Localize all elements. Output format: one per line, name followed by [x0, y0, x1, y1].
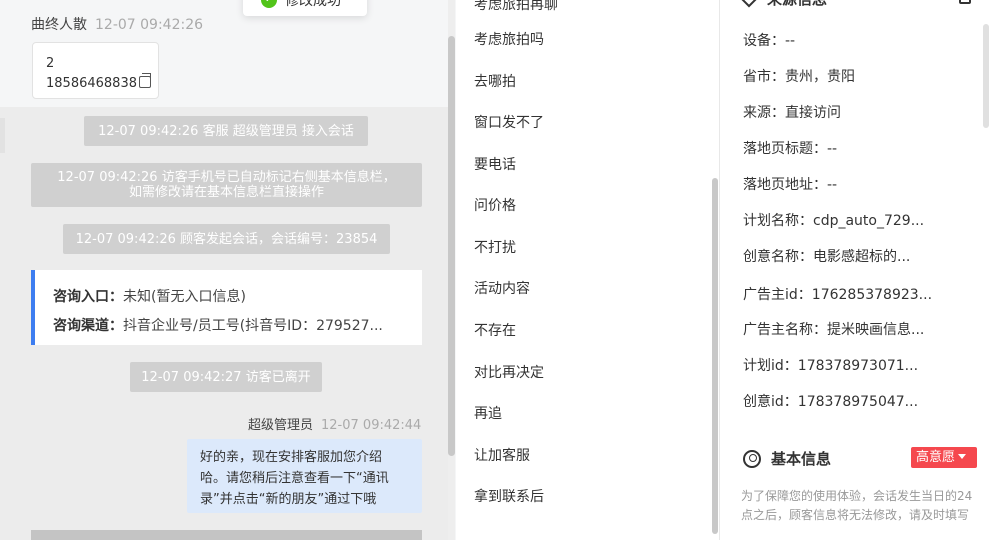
card-line-1: 2: [46, 56, 55, 71]
agent-name: 超级管理员: [248, 418, 314, 433]
quick-reply-item[interactable]: 拿到联系后: [474, 486, 544, 506]
visitor-time: 12-07 09:42:26: [95, 17, 204, 33]
info-row-advertiser-id: 广告主id：176285378923...: [743, 287, 933, 303]
edit-icon[interactable]: [959, 0, 971, 4]
intent-level-dropdown[interactable]: 高意愿: [911, 447, 977, 468]
success-toast: ✓ 修改成功: [243, 0, 367, 16]
basic-section-title: 基本信息: [771, 450, 832, 468]
source-section-title: 来源信息: [767, 0, 827, 9]
quick-reply-item[interactable]: 不存在: [474, 320, 516, 340]
chat-scrollbar[interactable]: [448, 36, 455, 456]
system-message: 12-07 09:42:26 访客手机号已自动标记右侧基本信息栏， 如需修改请在…: [31, 163, 422, 207]
info-row-advertiser-name: 广告主名称：提米映画信息...: [743, 322, 925, 338]
visitor-header: 曲终人散 12-07 09:42:26: [31, 14, 203, 34]
quick-reply-item[interactable]: 要电话: [474, 154, 516, 174]
chat-panel: ✓ 修改成功 曲终人散12-07 09:42:26 2 18586468838 …: [0, 0, 456, 540]
system-message-line: 12-07 09:42:26 访客手机号已自动标记右侧基本信息栏，: [57, 170, 396, 185]
agent-message-line: 好的亲，现在安排客服加您介绍: [200, 450, 383, 465]
quick-reply-item[interactable]: 问价格: [474, 195, 516, 215]
info-row-plan-name: 计划名称：cdp_auto_729...: [743, 213, 925, 229]
info-row-landing-url: 落地页地址：--: [743, 177, 838, 193]
system-message: 12-07 09:42:26 客服 超级管理员 接入会话: [84, 116, 368, 146]
quick-reply-item[interactable]: 去哪拍: [474, 71, 516, 91]
quick-reply-item[interactable]: 让加客服: [474, 445, 530, 465]
agent-message-line: 哈。请您稍后注意查看一下“通讯: [200, 471, 389, 486]
quick-reply-item[interactable]: 对比再决定: [474, 362, 544, 382]
system-message-line: 如需修改请在基本信息栏直接操作: [128, 185, 324, 200]
user-icon: [743, 449, 761, 468]
info-row-device: 设备：--: [743, 33, 796, 49]
collapse-handle[interactable]: [0, 118, 5, 153]
quick-reply-scrollbar[interactable]: [712, 178, 718, 534]
basic-section-header: 基本信息: [743, 448, 831, 469]
source-section-header: 来源信息: [740, 0, 827, 9]
customer-info-panel: 来源信息 设备：-- 省市：贵州，贵阳 来源：直接访问 落地页标题：-- 落地页…: [721, 0, 989, 540]
system-message: 12-07 09:42:27 访客已离开: [130, 362, 322, 392]
quick-reply-list: 考虑旅拍再聊 考虑旅拍吗 去哪拍 窗口发不了 要电话 问价格 不打扰 活动内容 …: [456, 0, 720, 540]
caret-down-icon: [958, 454, 967, 459]
edit-deadline-notice: 为了保障您的使用体验，会话发生当日的24点之后，顾客信息将无法修改，请及时填写: [741, 489, 973, 522]
toast-text: 修改成功: [285, 0, 341, 9]
info-row-creative-name: 创意名称：电影感超标的...: [743, 249, 911, 265]
card-phone: 18586468838: [46, 76, 137, 91]
agent-message: 好的亲，现在安排客服加您介绍 哈。请您稍后注意查看一下“通讯 录”并点击“新的朋…: [187, 439, 422, 513]
info-row-source: 来源：直接访问: [743, 105, 841, 121]
intent-level-label: 高意愿: [916, 450, 956, 465]
visitor-name: 曲终人散: [31, 17, 87, 33]
agent-time: 12-07 09:42:44: [321, 418, 422, 433]
agent-message-line: 录”并点击“新的朋友”通过下哦: [200, 492, 377, 507]
quick-reply-item-partial[interactable]: 考虑旅拍再聊: [474, 0, 558, 14]
consult-channel-row: 咨询渠道：抖音企业号/员工号(抖音号ID：279527...: [53, 318, 383, 334]
visitor-message-card: 2 18586468838: [32, 42, 159, 99]
consult-source-card: 咨询入口：未知(暂无入口信息) 咨询渠道：抖音企业号/员工号(抖音号ID：279…: [31, 270, 422, 345]
info-row-landing-title: 落地页标题：--: [743, 141, 838, 157]
check-circle-icon: ✓: [261, 0, 277, 8]
quick-reply-item[interactable]: 不打扰: [474, 237, 516, 257]
quick-reply-item[interactable]: 考虑旅拍吗: [474, 29, 544, 49]
info-scrollbar[interactable]: [983, 24, 989, 128]
agent-header: 超级管理员 12-07 09:42:44: [248, 414, 421, 433]
system-message: 12-07 09:42:26 顾客发起会话，会话编号：23854: [63, 224, 390, 254]
info-row-city: 省市：贵州，贵阳: [743, 69, 855, 85]
next-message-edge: [31, 530, 422, 540]
quick-reply-item[interactable]: 活动内容: [474, 278, 530, 298]
quick-reply-item[interactable]: 窗口发不了: [474, 112, 544, 132]
info-row-plan-id: 计划id：178378973071...: [743, 358, 919, 374]
consult-entry-row: 咨询入口：未知(暂无入口信息): [53, 289, 246, 305]
quick-reply-item[interactable]: 再追: [474, 403, 502, 423]
diamond-icon: [740, 0, 758, 7]
copy-icon[interactable]: [138, 73, 151, 88]
info-row-creative-id: 创意id：178378975047...: [743, 394, 919, 410]
